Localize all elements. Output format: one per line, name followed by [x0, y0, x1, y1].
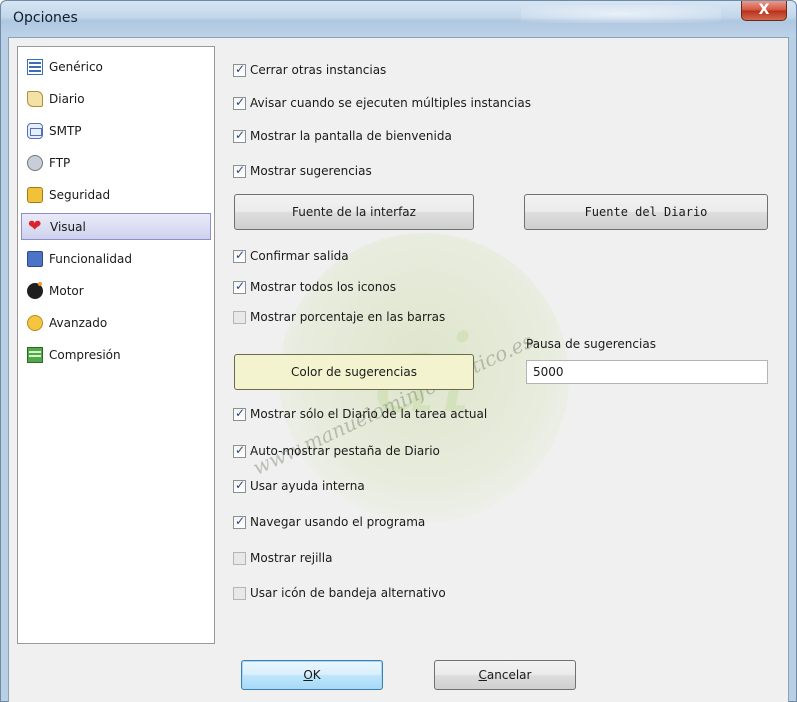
checkbox-label: Usar icón de bandeja alternativo	[250, 586, 446, 600]
checkbox-cerrar-instancias[interactable]: Cerrar otras instancias	[233, 61, 386, 79]
motor-icon	[27, 281, 43, 299]
window-title: Opciones	[13, 10, 78, 26]
cancelar-access-key: C	[478, 668, 487, 682]
checkbox-label: Navegar usando el programa	[250, 515, 426, 529]
sidebar-item-visual[interactable]: Visual	[21, 213, 211, 240]
checkbox-box[interactable]	[233, 163, 246, 178]
checkbox-mostrar-porcentaje[interactable]: Mostrar porcentaje en las barras	[233, 308, 445, 326]
sidebar-item-label: SMTP	[49, 123, 82, 138]
visual-icon	[28, 216, 44, 235]
checkbox-box[interactable]	[233, 310, 246, 324]
checkbox-usar-ayuda[interactable]: Usar ayuda interna	[233, 477, 365, 495]
checkbox-navegar-programa[interactable]: Navegar usando el programa	[233, 513, 425, 531]
checkbox-box[interactable]	[233, 478, 246, 493]
fuente-diario-button[interactable]: Fuente del Diario	[524, 194, 768, 230]
sidebar-item-ftp[interactable]: FTP	[21, 149, 211, 176]
smtp-icon	[27, 122, 43, 139]
sidebar-item-label: Motor	[49, 283, 84, 298]
checkbox-avisar-multiples[interactable]: Avisar cuando se ejecuten múltiples inst…	[233, 94, 531, 112]
options-category-list[interactable]: Genérico Diario SMTP FTP Seguridad Visua…	[17, 46, 215, 644]
checkbox-mostrar-sugerencias[interactable]: Mostrar sugerencias	[233, 162, 372, 180]
checkbox-box[interactable]	[233, 586, 246, 600]
cancelar-button[interactable]: Cancelar	[434, 660, 576, 690]
diario-icon	[27, 90, 43, 107]
funcionalidad-icon	[27, 250, 43, 267]
title-bar-glow	[521, 5, 721, 23]
sidebar-item-generico[interactable]: Genérico	[21, 53, 211, 80]
sidebar-item-label: Visual	[50, 219, 86, 234]
sidebar-item-label: FTP	[49, 155, 71, 170]
checkbox-label: Mostrar porcentaje en las barras	[250, 310, 446, 324]
fuente-interfaz-button[interactable]: Fuente de la interfaz	[234, 194, 474, 230]
sidebar-item-label: Seguridad	[49, 187, 111, 202]
checkbox-box[interactable]	[233, 406, 246, 421]
checkbox-box[interactable]	[233, 514, 246, 529]
checkbox-label: Mostrar todos los iconos	[250, 280, 396, 294]
sidebar-item-avanzado[interactable]: Avanzado	[21, 309, 211, 336]
checkbox-confirmar-salida[interactable]: Confirmar salida	[233, 247, 349, 265]
checkbox-label: Mostrar rejilla	[250, 551, 333, 565]
sidebar-item-motor[interactable]: Motor	[21, 277, 211, 304]
checkbox-label: Mostrar sólo el Diario de la tarea actua…	[250, 407, 488, 421]
checkbox-box[interactable]	[233, 443, 246, 458]
ok-access-key: O	[303, 668, 313, 682]
pausa-sugerencias-input[interactable]: 5000	[526, 360, 768, 384]
checkbox-label: Avisar cuando se ejecuten múltiples inst…	[250, 96, 531, 110]
checkbox-box[interactable]	[233, 248, 246, 263]
ok-label-rest: K	[312, 668, 321, 682]
title-bar[interactable]: Opciones X	[1, 1, 796, 37]
sidebar-item-seguridad[interactable]: Seguridad	[21, 181, 211, 208]
checkbox-icono-bandeja[interactable]: Usar icón de bandeja alternativo	[233, 584, 446, 602]
checkbox-box[interactable]	[233, 279, 246, 294]
checkbox-mostrar-diario-tarea[interactable]: Mostrar sólo el Diario de la tarea actua…	[233, 405, 487, 423]
checkbox-label: Mostrar sugerencias	[250, 164, 372, 178]
sidebar-item-smtp[interactable]: SMTP	[21, 117, 211, 144]
checkbox-mostrar-bienvenida[interactable]: Mostrar la pantalla de bienvenida	[233, 127, 452, 145]
seguridad-icon	[27, 186, 43, 203]
checkbox-label: Mostrar la pantalla de bienvenida	[250, 129, 452, 143]
checkbox-label: Auto-mostrar pestaña de Diario	[250, 444, 440, 458]
checkbox-box[interactable]	[233, 551, 246, 565]
sidebar-item-diario[interactable]: Diario	[21, 85, 211, 112]
checkbox-label: Usar ayuda interna	[250, 479, 365, 493]
sidebar-item-compresion[interactable]: Compresión	[21, 341, 211, 368]
sidebar-item-funcionalidad[interactable]: Funcionalidad	[21, 245, 211, 272]
sidebar-item-label: Funcionalidad	[49, 251, 132, 266]
sidebar-item-label: Compresión	[49, 347, 121, 362]
compresion-icon	[27, 346, 43, 363]
sidebar-item-label: Diario	[49, 91, 85, 106]
ok-button[interactable]: OK	[241, 660, 383, 690]
sidebar-item-label: Genérico	[49, 59, 103, 74]
generico-icon	[27, 58, 43, 75]
pausa-sugerencias-label: Pausa de sugerencias	[526, 337, 656, 351]
checkbox-label: Cerrar otras instancias	[250, 63, 387, 77]
checkbox-auto-mostrar-pestana[interactable]: Auto-mostrar pestaña de Diario	[233, 442, 440, 460]
checkbox-box[interactable]	[233, 62, 246, 77]
checkbox-mostrar-rejilla[interactable]: Mostrar rejilla	[233, 549, 332, 567]
cancelar-label-rest: ancelar	[486, 668, 532, 682]
color-sugerencias-button[interactable]: Color de sugerencias	[234, 354, 474, 390]
checkbox-mostrar-iconos[interactable]: Mostrar todos los iconos	[233, 278, 396, 296]
sidebar-item-label: Avanzado	[49, 315, 108, 330]
options-window: Opciones X Genérico Diario SMTP FTP Segu…	[0, 0, 797, 702]
ftp-icon	[27, 154, 43, 171]
checkbox-box[interactable]	[233, 128, 246, 143]
avanzado-icon	[27, 314, 43, 331]
checkbox-box[interactable]	[233, 95, 246, 110]
dialog-client-area: Genérico Diario SMTP FTP Seguridad Visua…	[8, 37, 789, 702]
checkbox-label: Confirmar salida	[250, 249, 349, 263]
close-button[interactable]: X	[741, 1, 787, 21]
